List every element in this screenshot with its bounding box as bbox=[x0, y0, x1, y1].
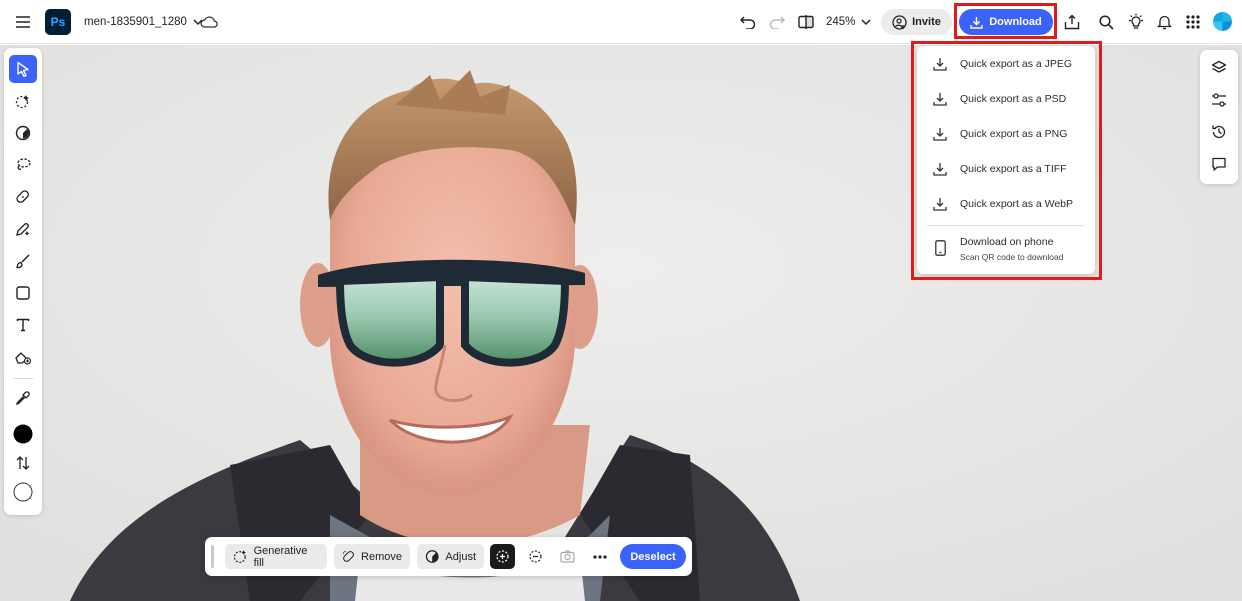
remove-label: Remove bbox=[361, 550, 402, 563]
left-toolbar bbox=[4, 48, 42, 515]
menu-item-label: Download on phone bbox=[960, 236, 1054, 248]
right-panel-toolbar bbox=[1200, 50, 1238, 184]
undo-icon[interactable] bbox=[737, 11, 759, 33]
top-bar: Ps men-1835901_1280 245% Invite Download bbox=[0, 0, 1242, 44]
foreground-color-swatch[interactable] bbox=[9, 420, 37, 448]
quick-select-tool-icon[interactable] bbox=[9, 87, 37, 115]
menu-item-export-tiff[interactable]: Quick export as a TIFF bbox=[917, 154, 1095, 184]
subtract-selection-icon[interactable] bbox=[523, 544, 548, 569]
photoshop-logo: Ps bbox=[45, 9, 71, 35]
selection-options-icon[interactable] bbox=[490, 544, 515, 569]
select-tool-icon[interactable] bbox=[9, 55, 37, 83]
shape-tool-icon[interactable] bbox=[9, 279, 37, 307]
document-title-dropdown[interactable]: men-1835901_1280 bbox=[84, 12, 203, 32]
lightbulb-icon[interactable] bbox=[1125, 11, 1147, 33]
menu-item-label: Quick export as a JPEG bbox=[960, 58, 1073, 70]
share-icon[interactable] bbox=[1061, 11, 1083, 33]
redo-icon[interactable] bbox=[766, 11, 788, 33]
menu-item-export-jpeg[interactable]: Quick export as a JPEG bbox=[917, 49, 1095, 79]
generative-fill-label: Generative fill bbox=[253, 544, 308, 569]
menu-item-label: Quick export as a WebP bbox=[960, 198, 1074, 210]
hamburger-menu-icon[interactable] bbox=[10, 10, 36, 34]
download-icon bbox=[933, 198, 947, 211]
menu-item-label: Quick export as a PNG bbox=[960, 128, 1068, 140]
menu-item-export-webp[interactable]: Quick export as a WebP bbox=[917, 189, 1095, 219]
chevron-down-icon bbox=[861, 18, 871, 25]
zoom-level: 245% bbox=[826, 16, 856, 28]
mask-icon[interactable] bbox=[555, 544, 580, 569]
deselect-button[interactable]: Deselect bbox=[620, 544, 686, 569]
swap-colors-icon[interactable] bbox=[9, 449, 37, 477]
download-icon bbox=[970, 16, 983, 29]
adjust-label: Adjust bbox=[445, 550, 476, 563]
menu-item-export-psd[interactable]: Quick export as a PSD bbox=[917, 84, 1095, 114]
layers-icon[interactable] bbox=[1208, 57, 1230, 79]
sparkle-select-icon bbox=[233, 550, 247, 563]
zoom-dropdown[interactable]: 245% bbox=[826, 12, 871, 32]
download-label: Download bbox=[989, 16, 1042, 28]
adjustments-icon[interactable] bbox=[1208, 89, 1230, 111]
document-title: men-1835901_1280 bbox=[84, 16, 187, 28]
more-options-icon[interactable] bbox=[587, 544, 612, 569]
eyedropper-tool-icon[interactable] bbox=[9, 384, 37, 412]
invite-button[interactable]: Invite bbox=[881, 9, 952, 35]
user-avatar[interactable] bbox=[1213, 12, 1232, 31]
adjust-icon bbox=[425, 550, 439, 563]
download-icon bbox=[933, 163, 947, 176]
background-color-swatch[interactable] bbox=[9, 478, 37, 506]
healing-icon bbox=[342, 550, 354, 562]
bell-icon[interactable] bbox=[1153, 11, 1175, 33]
apps-grid-icon[interactable] bbox=[1182, 11, 1204, 33]
contextual-task-bar: Generative fill Remove Adjust Deselect bbox=[205, 537, 692, 576]
compare-icon[interactable] bbox=[795, 11, 817, 33]
generative-fill-button[interactable]: Generative fill bbox=[225, 544, 327, 569]
menu-divider bbox=[927, 225, 1084, 226]
download-icon bbox=[933, 128, 947, 141]
menu-item-label: Quick export as a PSD bbox=[960, 93, 1067, 105]
adjust-button[interactable]: Adjust bbox=[417, 544, 484, 569]
brush-tool-icon[interactable] bbox=[9, 247, 37, 275]
menu-item-download-on-phone[interactable]: Download on phone Scan QR code to downlo… bbox=[917, 230, 1095, 270]
menu-item-sublabel: Scan QR code to download bbox=[960, 252, 1064, 262]
menu-item-export-png[interactable]: Quick export as a PNG bbox=[917, 119, 1095, 149]
adjust-tool-icon[interactable] bbox=[9, 119, 37, 147]
lasso-tool-icon[interactable] bbox=[9, 151, 37, 179]
download-icon bbox=[933, 93, 947, 106]
phone-icon bbox=[935, 240, 946, 256]
add-user-icon bbox=[892, 14, 907, 30]
drag-handle[interactable] bbox=[211, 545, 214, 568]
history-icon[interactable] bbox=[1208, 121, 1230, 143]
search-icon[interactable] bbox=[1095, 11, 1117, 33]
download-button[interactable]: Download bbox=[959, 9, 1053, 35]
healing-tool-icon[interactable] bbox=[9, 183, 37, 211]
invite-label: Invite bbox=[912, 16, 941, 28]
remove-button[interactable]: Remove bbox=[334, 544, 410, 569]
menu-item-label: Quick export as a TIFF bbox=[960, 163, 1067, 175]
download-menu: Quick export as a JPEG Quick export as a… bbox=[917, 46, 1095, 274]
text-tool-icon[interactable] bbox=[9, 311, 37, 339]
toolbar-divider bbox=[13, 378, 33, 379]
generative-tool-icon[interactable] bbox=[9, 215, 37, 243]
cloud-sync-icon[interactable] bbox=[198, 12, 220, 32]
download-icon bbox=[933, 58, 947, 71]
comments-icon[interactable] bbox=[1208, 153, 1230, 175]
fill-tool-icon[interactable] bbox=[9, 343, 37, 371]
